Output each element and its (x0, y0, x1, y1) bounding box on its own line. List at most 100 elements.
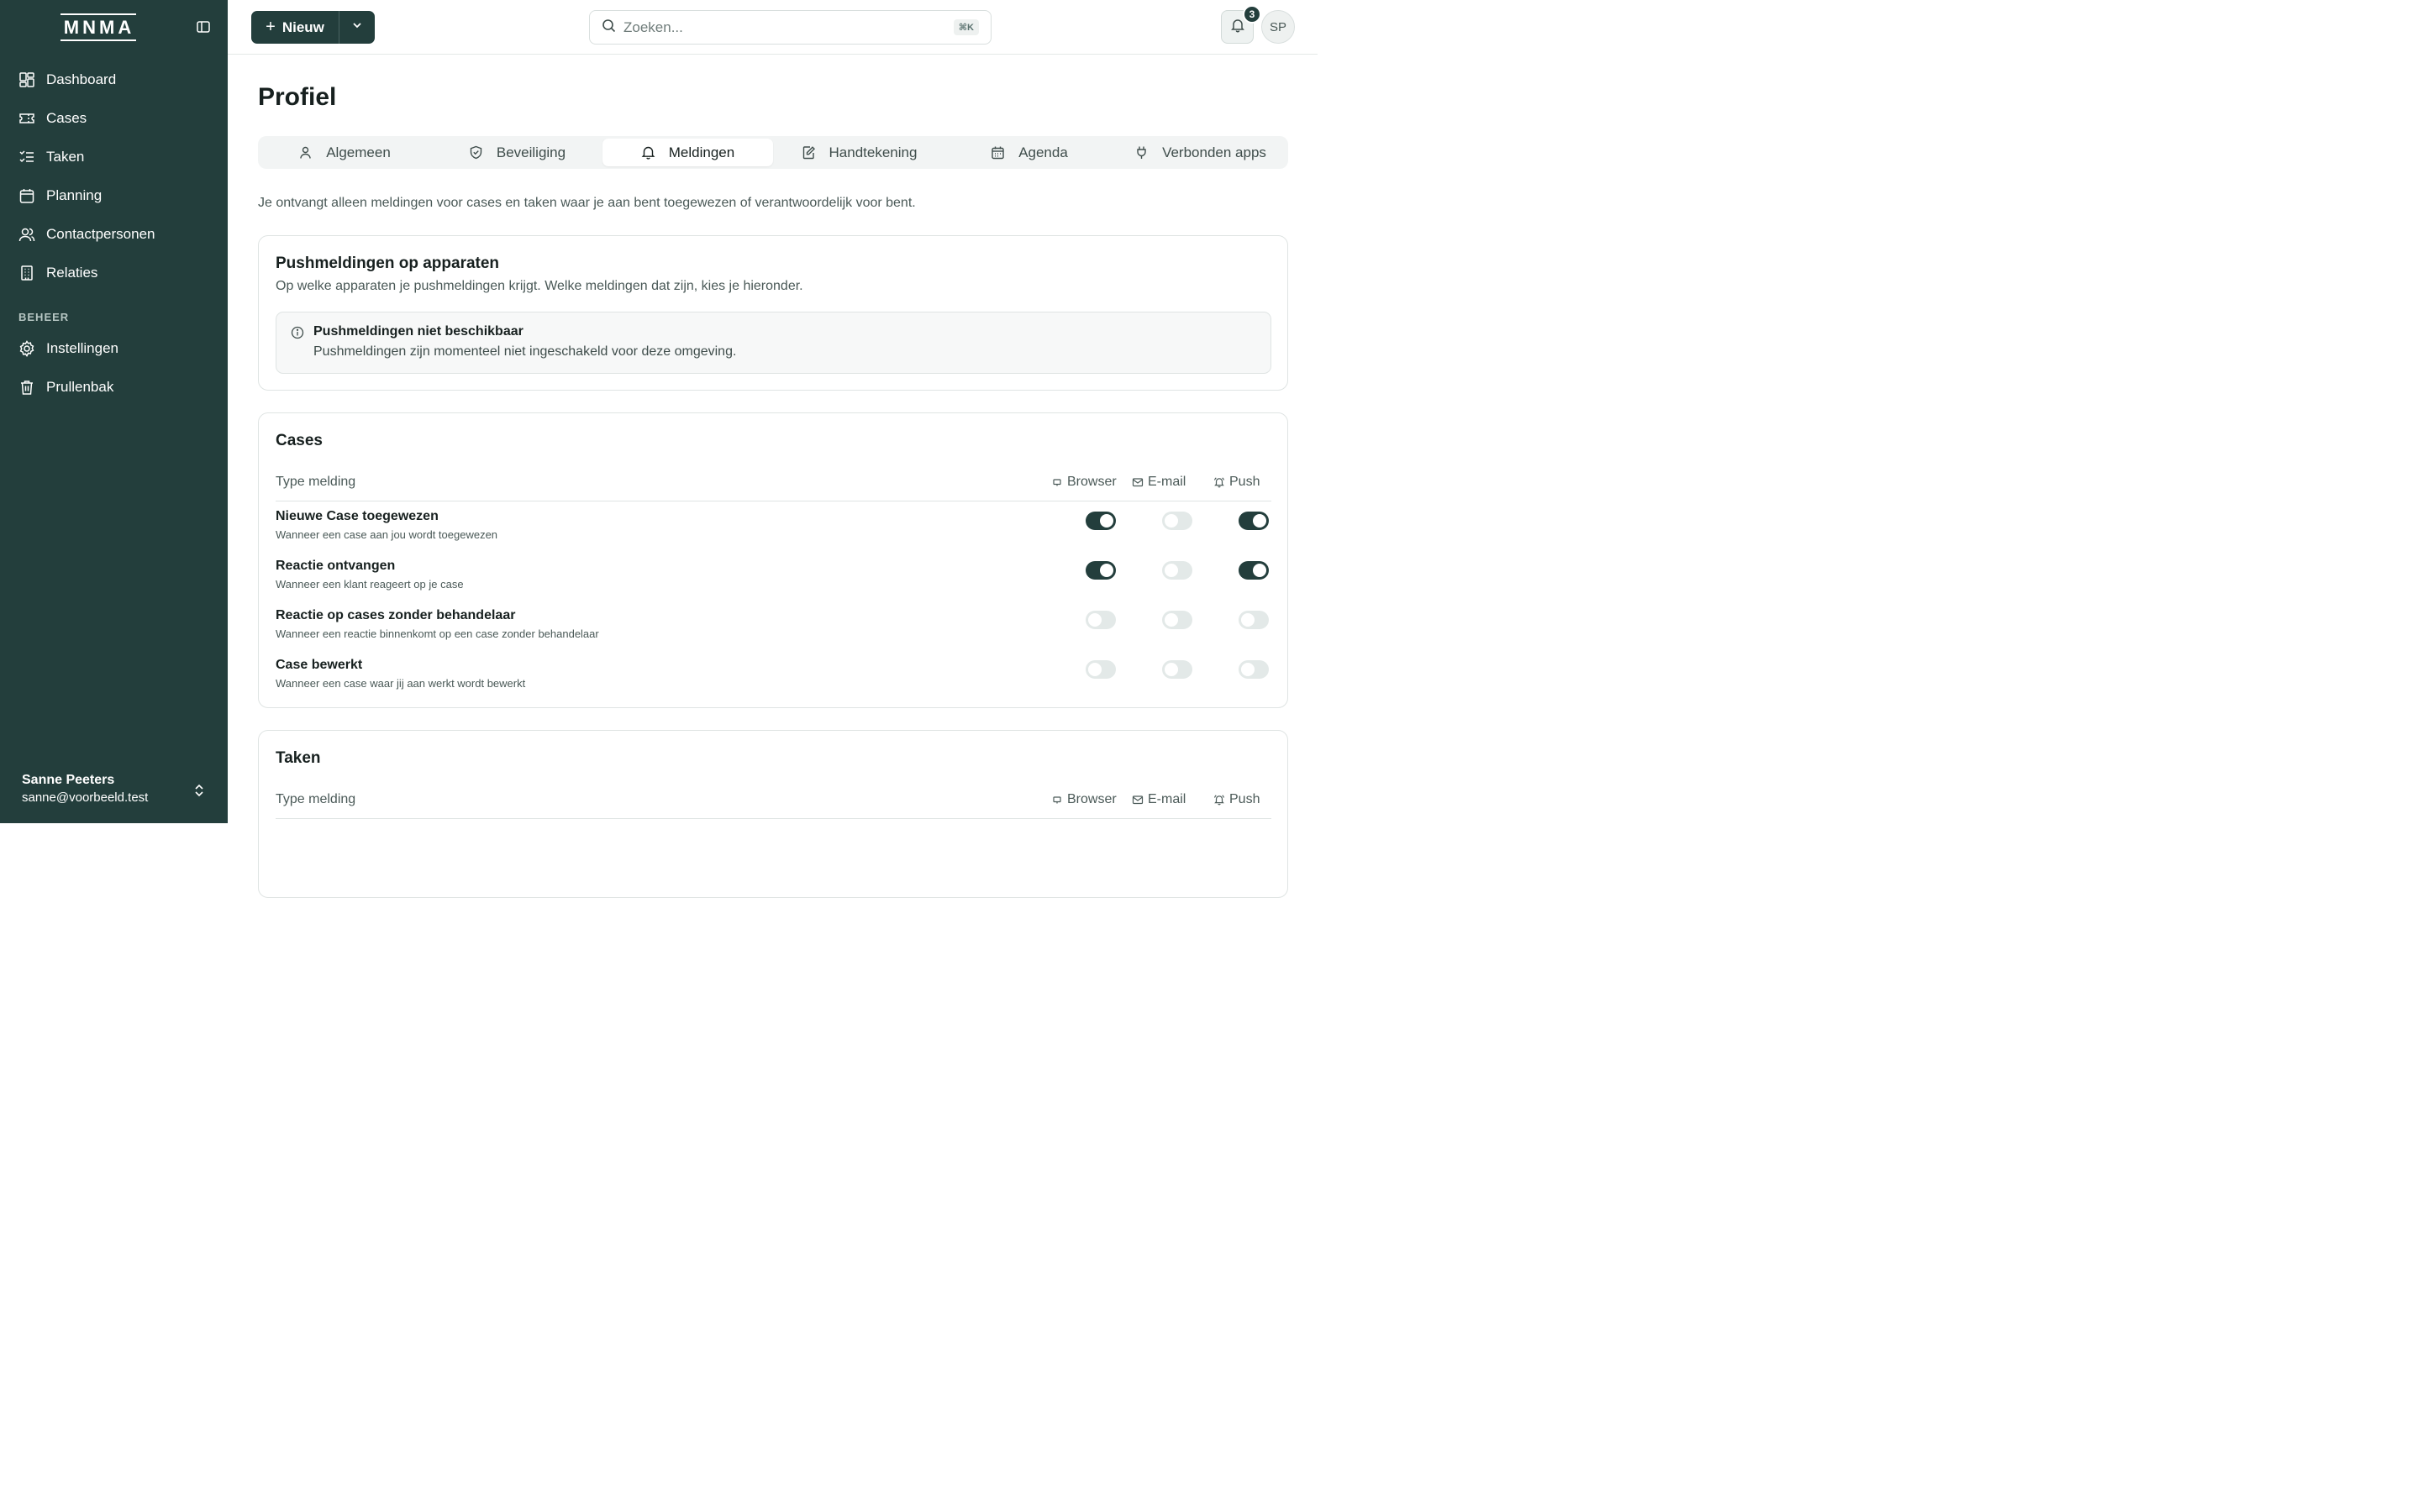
tab-verbonden-apps[interactable]: Verbonden apps (1115, 139, 1286, 166)
toggle-knob (1253, 514, 1266, 528)
sidebar-toggle-icon[interactable] (195, 18, 212, 35)
sidebar-item-taken[interactable]: Taken (0, 138, 228, 176)
monitor-icon (1051, 794, 1063, 806)
notification-type-title: Reactie ontvangen (276, 559, 396, 573)
push-toggle[interactable] (1239, 561, 1269, 580)
building-icon (18, 265, 35, 281)
sidebar: MNMA Dashboard Cases Taken Planning Cont… (0, 0, 228, 823)
table-row: Nieuwe Case toegewezen Wanneer een case a… (276, 509, 1271, 559)
sidebar-item-relaties[interactable]: Relaties (0, 254, 228, 292)
new-button[interactable]: + Nieuw (251, 11, 339, 44)
browser-toggle[interactable] (1086, 561, 1116, 580)
notification-type-description: Wanneer een case aan jou wordt toegeweze… (276, 528, 498, 541)
column-label: Browser (1067, 475, 1117, 489)
toggle-knob (1165, 564, 1178, 577)
sidebar-item-cases[interactable]: Cases (0, 99, 228, 138)
table-row: Reactie op cases zonder behandelaar Wanne… (276, 608, 1271, 658)
push-toggle[interactable] (1239, 611, 1269, 629)
sidebar-item-instellingen[interactable]: Instellingen (0, 329, 228, 368)
sidebar-section-label: BEHEER (18, 310, 70, 323)
column-label: Browser (1067, 792, 1117, 806)
toggle-knob (1165, 663, 1178, 676)
search-input[interactable] (623, 18, 943, 36)
sidebar-nav: Dashboard Cases Taken Planning Contactpe… (0, 60, 228, 407)
notification-count-badge: 3 (1243, 5, 1261, 24)
browser-toggle[interactable] (1086, 512, 1116, 530)
sidebar-item-label: Relaties (46, 265, 98, 281)
shield-icon (469, 145, 483, 160)
taken-notifications-card: Taken Type melding Browser E-mail Push (258, 730, 1288, 898)
column-browser: Browser (1051, 792, 1117, 807)
trash-icon (18, 379, 35, 396)
tab-agenda[interactable]: Agenda (945, 139, 1113, 166)
dashboard-icon (18, 71, 35, 88)
sidebar-item-label: Cases (46, 110, 87, 126)
email-toggle[interactable] (1162, 512, 1192, 530)
mail-icon (1132, 794, 1144, 806)
toggle-knob (1088, 663, 1102, 676)
card-title: Cases (276, 432, 323, 449)
notifications-button[interactable]: 3 (1221, 5, 1261, 44)
plug-icon (1134, 145, 1149, 160)
notification-type-description: Wanneer een case waar jij aan werkt word… (276, 677, 526, 690)
toggle-knob (1165, 613, 1178, 627)
calendar-icon (18, 187, 35, 204)
sidebar-item-planning[interactable]: Planning (0, 176, 228, 215)
profile-tabs: Algemeen Beveiliging Meldingen Handteken… (258, 136, 1288, 169)
ticket-icon (18, 110, 35, 127)
bell-icon (1230, 18, 1245, 37)
search-shortcut: ⌘K (953, 19, 979, 35)
tab-handtekening[interactable]: Handtekening (773, 139, 945, 166)
sidebar-item-prullenbak[interactable]: Prullenbak (0, 368, 228, 407)
column-label: Push (1229, 792, 1260, 806)
sidebar-item-label: Instellingen (46, 340, 119, 356)
push-toggle[interactable] (1239, 660, 1269, 679)
tab-meldingen[interactable]: Meldingen (602, 139, 773, 166)
alert-text: Pushmeldingen zijn momenteel niet ingesc… (313, 344, 737, 359)
users-icon (18, 226, 35, 243)
search-icon (602, 18, 616, 37)
tab-label: Meldingen (668, 144, 735, 160)
avatar[interactable]: SP (1261, 10, 1295, 44)
bell-ring-icon (1213, 794, 1225, 806)
column-type: Type melding (276, 475, 356, 489)
email-toggle[interactable] (1162, 660, 1192, 679)
push-unavailable-alert: Pushmeldingen niet beschikbaar Pushmeldi… (276, 312, 1271, 374)
logo-text: MNMA (60, 13, 137, 41)
toggle-knob (1100, 564, 1113, 577)
notifications-intro: Je ontvangt alleen meldingen voor cases … (258, 196, 916, 210)
card-description: Op welke apparaten je pushmeldingen krij… (276, 279, 803, 293)
app-logo[interactable]: MNMA (60, 11, 137, 43)
page-title: Profiel (258, 83, 337, 111)
email-toggle[interactable] (1162, 611, 1192, 629)
column-email: E-mail (1132, 475, 1186, 490)
user-email: sanne@voorbeeld.test (22, 790, 149, 805)
bell-icon (641, 145, 655, 160)
column-label: Push (1229, 475, 1260, 489)
push-toggle[interactable] (1239, 512, 1269, 530)
email-toggle[interactable] (1162, 561, 1192, 580)
sidebar-item-label: Contactpersonen (46, 226, 155, 242)
browser-toggle[interactable] (1086, 611, 1116, 629)
tab-label: Beveiliging (496, 144, 566, 160)
tab-algemeen[interactable]: Algemeen (260, 139, 429, 166)
column-push: Push (1213, 792, 1260, 807)
toggle-knob (1100, 514, 1113, 528)
calendar-icon (991, 145, 1005, 160)
chevrons-up-down-icon (193, 783, 205, 798)
toggle-knob (1241, 613, 1255, 627)
browser-toggle[interactable] (1086, 660, 1116, 679)
user-icon (298, 145, 313, 160)
tab-beveiliging[interactable]: Beveiliging (431, 139, 603, 166)
sidebar-item-dashboard[interactable]: Dashboard (0, 60, 228, 99)
sidebar-item-contactpersonen[interactable]: Contactpersonen (0, 215, 228, 254)
notification-type-description: Wanneer een klant reageert op je case (276, 578, 464, 591)
new-dropdown-button[interactable] (339, 11, 374, 44)
gear-icon (18, 340, 35, 357)
alert-title: Pushmeldingen niet beschikbaar (313, 324, 523, 339)
table-row: Reactie ontvangen Wanneer een klant reage… (276, 559, 1271, 608)
toggle-knob (1253, 564, 1266, 577)
user-menu[interactable]: Sanne Peeters sanne@voorbeeld.test (22, 771, 215, 813)
card-title: Pushmeldingen op apparaten (276, 255, 500, 272)
sidebar-item-label: Taken (46, 149, 85, 165)
